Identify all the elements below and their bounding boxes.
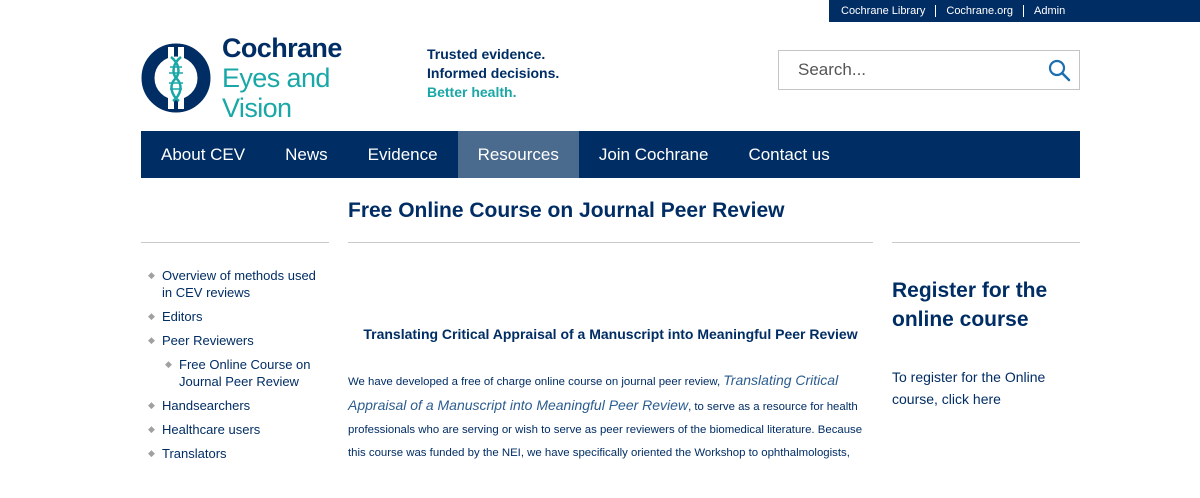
bullet-icon: ◆ [148, 270, 155, 280]
article-heading: Translating Critical Appraisal of a Manu… [363, 326, 858, 342]
bullet-icon: ◆ [148, 448, 155, 458]
paragraph-text-start: We have developed a free of charge onlin… [348, 376, 724, 388]
search-box [778, 50, 1080, 90]
sidebar-divider [141, 242, 329, 243]
sidebar-item-peer-reviewers[interactable]: ◆ Peer Reviewers [148, 332, 328, 349]
page-title: Free Online Course on Journal Peer Revie… [348, 199, 785, 222]
sidebar-item-label: Free Online Course on Journal Peer Revie… [179, 357, 311, 389]
tagline-line-2: Informed decisions. [427, 65, 560, 81]
sidebar-item-label: Healthcare users [162, 422, 261, 437]
utility-bar: Cochrane Library Cochrane.org Admin [829, 0, 1200, 22]
nav-join-cochrane[interactable]: Join Cochrane [579, 131, 729, 178]
nav-contact-us[interactable]: Contact us [728, 131, 849, 178]
bullet-icon: ◆ [165, 359, 172, 369]
main-nav: About CEV News Evidence Resources Join C… [141, 131, 1080, 178]
tagline-line-3: Better health. [427, 84, 517, 100]
logo-title: Cochrane [222, 32, 342, 63]
cochrane-logo-icon [141, 43, 211, 113]
sidebar-item-label: Editors [162, 309, 203, 324]
bullet-icon: ◆ [148, 335, 155, 345]
sidebar-nav: ◆ Overview of methods used in CEV review… [148, 267, 328, 469]
sidebar-item-label: Overview of methods used in CEV reviews [162, 268, 316, 300]
article: Translating Critical Appraisal of a Manu… [348, 326, 873, 465]
nav-resources[interactable]: Resources [457, 131, 579, 178]
sidebar-item-free-online-course[interactable]: ◆ Free Online Course on Journal Peer Rev… [165, 356, 328, 390]
aside-divider [892, 242, 1080, 243]
search-icon[interactable] [1047, 58, 1071, 82]
nav-about-cev[interactable]: About CEV [141, 131, 265, 178]
article-paragraph: We have developed a free of charge onlin… [348, 369, 873, 465]
sidebar-item-label: Peer Reviewers [162, 333, 254, 348]
sidebar-item-label: Translators [162, 446, 227, 461]
sidebar-item-overview-methods[interactable]: ◆ Overview of methods used in CEV review… [148, 267, 328, 301]
sidebar-item-label: Handsearchers [162, 398, 251, 413]
sidebar-item-handsearchers[interactable]: ◆ Handsearchers [148, 397, 328, 414]
tagline: Trusted evidence. Informed decisions. Be… [427, 45, 559, 102]
bullet-icon: ◆ [148, 400, 155, 410]
sidebar-item-translators[interactable]: ◆ Translators [148, 445, 328, 462]
utility-link-cochrane-library[interactable]: Cochrane Library [841, 5, 935, 17]
register-panel: Register for the online course To regist… [892, 276, 1082, 410]
search-input[interactable] [779, 51, 1039, 89]
sidebar-item-editors[interactable]: ◆ Editors [148, 308, 328, 325]
bullet-icon: ◆ [148, 311, 155, 321]
tagline-line-1: Trusted evidence. [427, 46, 546, 62]
site-logo[interactable]: Cochrane Eyes and Vision [141, 33, 401, 123]
sidebar-item-healthcare-users[interactable]: ◆ Healthcare users [148, 421, 328, 438]
register-heading: Register for the online course [892, 279, 1048, 331]
nav-news[interactable]: News [265, 131, 348, 178]
nav-evidence[interactable]: Evidence [348, 131, 458, 178]
logo-subtitle: Eyes and Vision [222, 62, 330, 123]
utility-link-cochrane-org[interactable]: Cochrane.org [935, 5, 1023, 17]
register-link[interactable]: To register for the Online course, click… [892, 366, 1082, 410]
bullet-icon: ◆ [148, 424, 155, 434]
content-divider [348, 242, 873, 243]
utility-link-admin[interactable]: Admin [1023, 5, 1075, 17]
